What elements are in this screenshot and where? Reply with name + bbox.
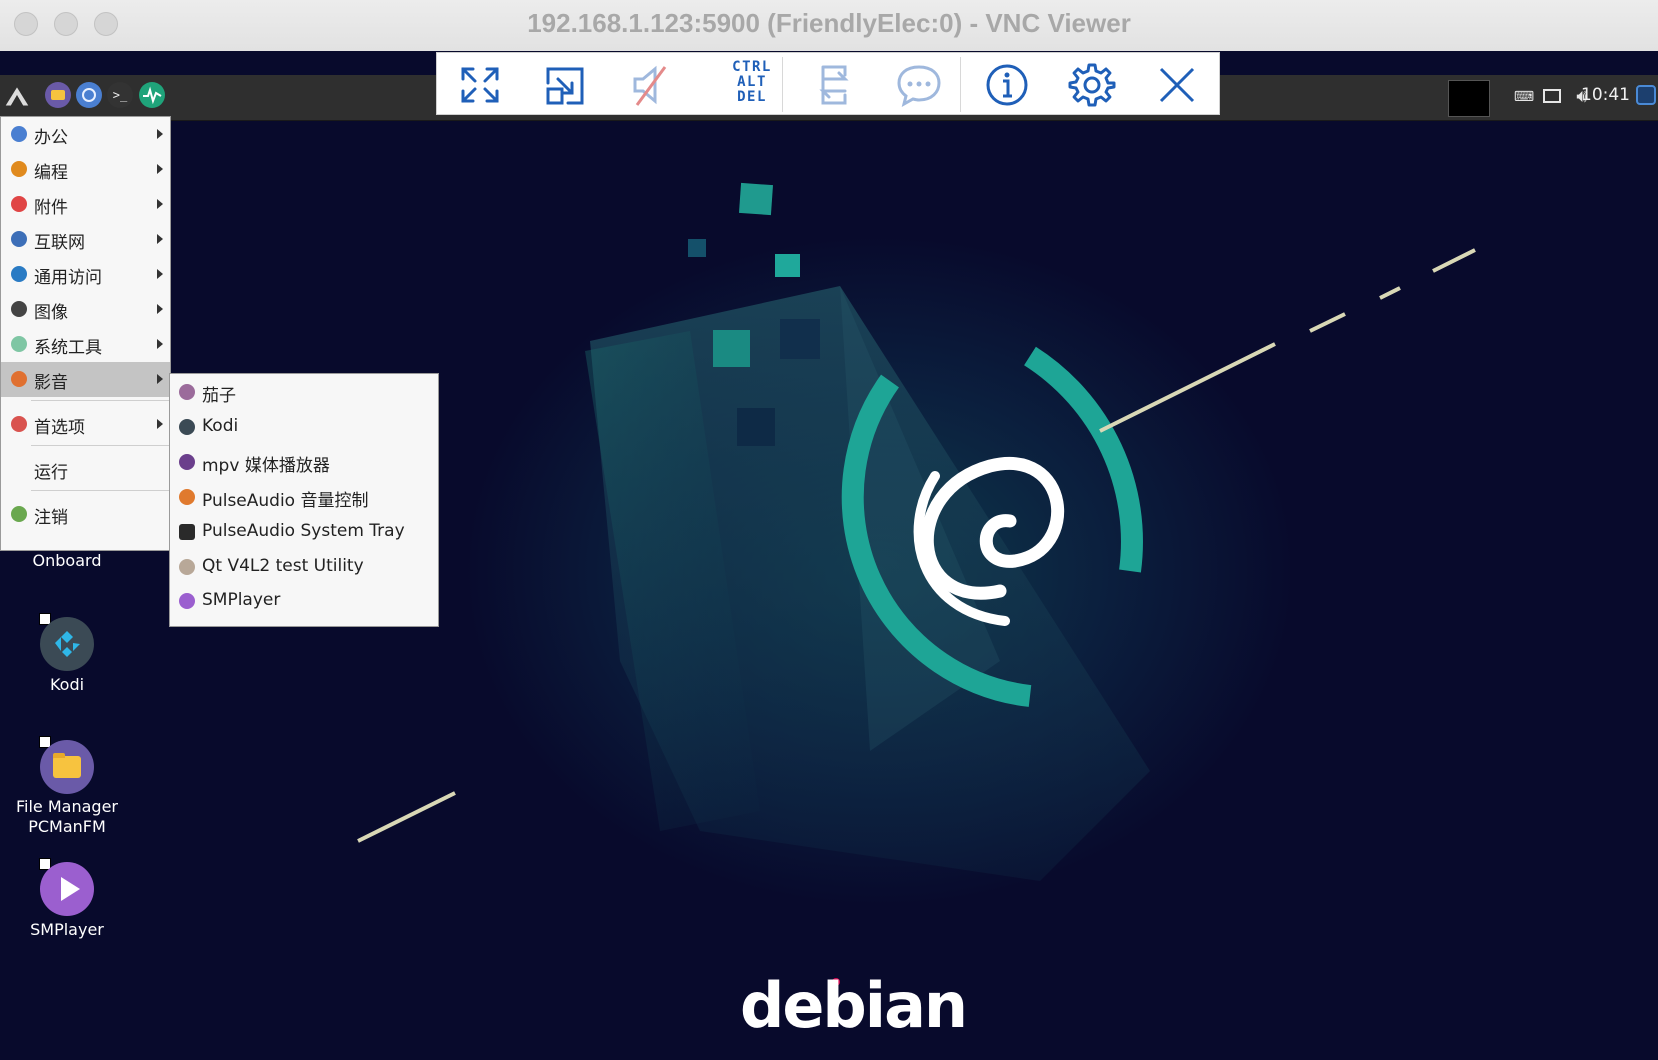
submenu-item-pulseaudio-volume[interactable]: PulseAudio 音量控制 (170, 480, 438, 514)
submenu-arrow-icon (157, 374, 163, 384)
multimedia-icon (11, 371, 27, 387)
menu-item-graphics[interactable]: 图像 (1, 292, 170, 327)
debian-logo-text: debian (740, 969, 968, 1042)
keyboard-icon[interactable]: ⌨ (1512, 85, 1536, 109)
submenu-item-qt-v4l2[interactable]: Qt V4L2 test Utility (170, 550, 438, 584)
panel-clock[interactable]: 10:41 (1581, 85, 1630, 105)
file-manager-icon[interactable] (45, 82, 71, 108)
system-monitor-icon[interactable] (139, 82, 165, 108)
internet-icon (11, 231, 27, 247)
menu-item-internet[interactable]: 互联网 (1, 222, 170, 257)
show-desktop-icon[interactable] (1636, 85, 1656, 105)
close-icon[interactable] (1152, 61, 1202, 109)
smplayer-icon (179, 593, 195, 609)
submenu-arrow-icon (157, 129, 163, 139)
menu-item-office[interactable]: 办公 (1, 117, 170, 152)
graphics-icon (11, 301, 27, 317)
terminal-icon[interactable]: >_ (107, 82, 133, 108)
preferences-icon (11, 416, 27, 432)
window-title-bar: 192.168.1.123:5900 (FriendlyElec:0) - VN… (0, 0, 1658, 52)
accessibility-icon (11, 266, 27, 282)
submenu-item-mpv[interactable]: mpv 媒体播放器 (170, 445, 438, 479)
del-label: DEL (737, 89, 767, 105)
network-icon[interactable] (1540, 85, 1564, 109)
submenu-arrow-icon (157, 164, 163, 174)
submenu-arrow-icon (157, 269, 163, 279)
kodi-icon (40, 617, 94, 671)
tray-black-widget (1448, 80, 1490, 117)
menu-item-programming[interactable]: 编程 (1, 152, 170, 187)
pulseaudio-tray-icon (179, 524, 195, 540)
info-icon[interactable] (982, 61, 1032, 109)
browser-icon[interactable] (76, 82, 102, 108)
ctrl-alt-del-button[interactable]: CTRL ALT DEL (717, 60, 787, 105)
multimedia-submenu: 茄子 Kodi mpv 媒体播放器 PulseAudio 音量控制 PulseA… (169, 373, 439, 627)
submenu-arrow-icon (157, 304, 163, 314)
settings-gear-icon[interactable] (1067, 61, 1117, 109)
menu-separator (31, 445, 169, 446)
application-menu: 办公 编程 附件 互联网 通用访问 图像 系统工具 影音 首选项 运行 注销 (0, 116, 171, 551)
toolbar-separator (960, 57, 961, 112)
vnc-toolbar: CTRL ALT DEL (436, 52, 1220, 115)
submenu-arrow-icon (157, 419, 163, 429)
menu-item-logout[interactable]: 注销 (1, 497, 170, 532)
toolbar-separator (782, 57, 783, 112)
desktop-icon-smplayer-label: SMPlayer (30, 920, 104, 939)
desktop-icon-file-manager-label-1: File Manager (16, 797, 118, 816)
alt-label: ALT (737, 74, 767, 90)
programming-icon (11, 161, 27, 177)
transfer-files-icon[interactable] (809, 61, 859, 109)
kodi-icon (179, 419, 195, 435)
cheese-icon (179, 384, 195, 400)
system-tools-icon (11, 336, 27, 352)
menu-separator (31, 490, 169, 491)
menu-item-multimedia[interactable]: 影音 (1, 362, 170, 397)
submenu-arrow-icon (157, 339, 163, 349)
folder-icon (40, 740, 94, 794)
submenu-arrow-icon (157, 234, 163, 244)
lxde-menu-icon[interactable] (4, 83, 30, 109)
menu-separator (31, 400, 169, 401)
office-icon (11, 126, 27, 142)
smplayer-icon (40, 862, 94, 916)
menu-item-system-tools[interactable]: 系统工具 (1, 327, 170, 362)
pulseaudio-volume-icon (179, 489, 195, 505)
submenu-item-cheese[interactable]: 茄子 (170, 375, 438, 409)
submenu-item-smplayer[interactable]: SMPlayer (170, 584, 438, 618)
submenu-item-pulseaudio-tray[interactable]: PulseAudio System Tray (170, 515, 438, 549)
menu-item-preferences[interactable]: 首选项 (1, 407, 170, 442)
chat-icon[interactable] (894, 61, 944, 109)
mute-audio-icon[interactable] (625, 61, 675, 109)
desktop-icon-file-manager-label-2: PCManFM (28, 817, 106, 836)
remote-desktop[interactable]: debian >_ ⌨ 🔊︎ 10:41 Onboard Kodi File M… (0, 51, 1658, 1060)
window-title: 192.168.1.123:5900 (FriendlyElec:0) - VN… (527, 8, 1131, 38)
desktop-icon-onboard-label[interactable]: Onboard (0, 551, 134, 571)
full-screen-icon[interactable] (455, 61, 505, 109)
menu-item-accessories[interactable]: 附件 (1, 187, 170, 222)
accessories-icon (11, 196, 27, 212)
menu-item-run[interactable]: 运行 (1, 452, 170, 487)
qt-v4l2-icon (179, 559, 195, 575)
menu-item-accessibility[interactable]: 通用访问 (1, 257, 170, 292)
mpv-icon (179, 454, 195, 470)
system-tray: ⌨ 🔊︎ 10:41 (1338, 75, 1658, 120)
submenu-item-kodi[interactable]: Kodi (170, 410, 438, 444)
ctrl-label: CTRL (732, 59, 772, 75)
logout-icon (11, 506, 27, 522)
scale-to-fit-icon[interactable] (540, 61, 590, 109)
submenu-arrow-icon (157, 199, 163, 209)
desktop-icon-kodi-label: Kodi (49, 675, 85, 694)
